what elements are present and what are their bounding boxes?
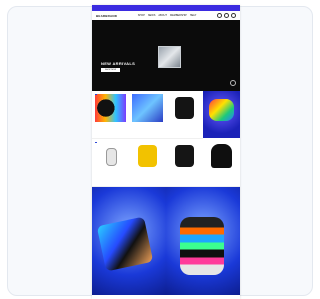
figure-box-shape xyxy=(106,148,117,166)
search-icon[interactable] xyxy=(216,13,222,18)
product-image-tshirt xyxy=(169,94,200,122)
header-links: SHOP NEWS ABOUT MEMBERSHIP HELP xyxy=(138,14,197,17)
feature-record-stack-image xyxy=(96,216,154,272)
nav-link[interactable]: SHOP xyxy=(138,14,145,17)
brand-logo[interactable]: BEARBRAND xyxy=(96,14,117,18)
user-icon[interactable] xyxy=(223,13,229,18)
carousel-indicator-icon[interactable] xyxy=(230,80,236,86)
product-card[interactable] xyxy=(92,139,129,187)
promo-figure-image xyxy=(209,99,234,121)
tshirt-shape xyxy=(138,145,157,167)
feature-clothing-stack-image xyxy=(180,217,224,275)
product-image-box xyxy=(132,94,163,122)
feature-tile[interactable] xyxy=(166,187,240,295)
tshirt-shape xyxy=(175,97,194,119)
product-image-figure xyxy=(95,142,126,170)
hero-cta-button[interactable]: SHOP NOW xyxy=(101,68,121,72)
hero-banner[interactable]: NEW ARRIVALS SHOP NOW xyxy=(92,20,240,91)
product-image-tshirt-yellow xyxy=(132,142,163,170)
product-card[interactable] xyxy=(166,91,203,139)
website-screenshot[interactable]: BEARBRAND SHOP NEWS ABOUT MEMBERSHIP HEL… xyxy=(92,5,240,299)
product-badge xyxy=(95,142,97,143)
product-image-tshirt-2 xyxy=(169,142,200,170)
feature-tile[interactable] xyxy=(92,187,166,295)
nav-link[interactable]: MEMBERSHIP xyxy=(170,14,187,17)
product-badge xyxy=(95,94,97,95)
hero-product-image xyxy=(158,46,181,68)
site-header: BEARBRAND SHOP NEWS ABOUT MEMBERSHIP HEL… xyxy=(92,11,240,20)
hoodie-shape xyxy=(211,144,232,168)
product-grid xyxy=(92,91,240,187)
nav-link[interactable]: NEWS xyxy=(148,14,156,17)
cart-icon[interactable] xyxy=(230,13,236,18)
header-icons xyxy=(216,13,236,18)
product-card[interactable] xyxy=(129,91,166,139)
product-image-hoodie xyxy=(206,142,237,170)
promo-tile[interactable] xyxy=(203,91,240,138)
feature-tiles xyxy=(92,187,240,295)
hero-title: NEW ARRIVALS xyxy=(101,61,136,66)
product-image-vinyl xyxy=(95,94,126,122)
nav-link[interactable]: HELP xyxy=(190,14,197,17)
nav-link[interactable]: ABOUT xyxy=(158,14,167,17)
product-card[interactable] xyxy=(129,139,166,187)
product-card[interactable] xyxy=(166,139,203,187)
product-card[interactable] xyxy=(92,91,129,139)
product-card[interactable] xyxy=(203,139,240,187)
tshirt-shape xyxy=(175,145,194,167)
